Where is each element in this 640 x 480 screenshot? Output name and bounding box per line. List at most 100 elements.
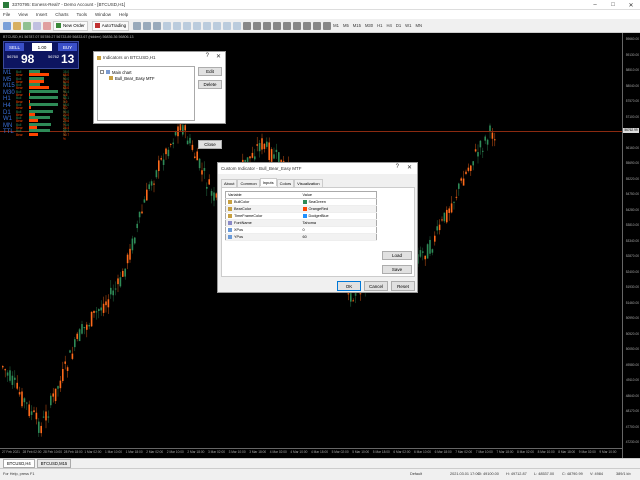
table-row[interactable]: BullColor SeaGreen [225, 198, 377, 206]
time-tick-label: 7 Mar 18:00 [496, 450, 514, 454]
hline-icon[interactable] [273, 21, 282, 30]
tf-h4[interactable]: H4 [386, 23, 391, 28]
candle-body [42, 416, 45, 418]
tab-btcusd-m15[interactable]: BTCUSD,M15 [36, 459, 72, 468]
minimize-icon[interactable]: – [586, 0, 604, 10]
tf-m1[interactable]: M1 [333, 23, 339, 28]
channel-icon[interactable] [293, 21, 302, 30]
menu-help[interactable]: Help [119, 12, 128, 17]
candle-body [71, 353, 74, 359]
profiles-icon[interactable] [13, 21, 21, 30]
navigator-icon[interactable] [33, 21, 41, 30]
expand-icon[interactable] [100, 70, 104, 74]
new-order-button[interactable]: New Order [53, 20, 88, 31]
price-tick-label: 52400.00 [625, 269, 639, 274]
autotrading-button[interactable]: AutoTrading [91, 20, 130, 31]
bar-chart-icon[interactable] [133, 21, 142, 30]
close-icon[interactable]: ✕ [622, 0, 640, 10]
table-row[interactable]: TimeFrameColor DodgerBlue [225, 212, 377, 220]
candle-body [105, 301, 107, 306]
maximize-icon[interactable]: □ [604, 0, 622, 10]
candle-body [102, 303, 105, 313]
price-tick-label: 49110.00 [625, 378, 639, 382]
candle-body [275, 149, 278, 153]
mtf-timeframe: M30 [3, 89, 15, 96]
candle-body [458, 183, 460, 189]
zoom-out-icon[interactable] [173, 21, 182, 30]
vline-icon[interactable] [263, 21, 272, 30]
tab-visualization[interactable]: Visualization [294, 179, 323, 187]
bear-percent: 30.7 % [63, 132, 70, 141]
load-button[interactable]: Load [382, 251, 412, 260]
tf-d1[interactable]: D1 [396, 23, 401, 28]
time-tick-label: 7 Mar 10:00 [475, 450, 493, 454]
menu-view[interactable]: View [18, 12, 28, 17]
candle-body [196, 151, 198, 161]
close-button[interactable]: Close [198, 140, 222, 149]
tf-mn[interactable]: MN [415, 23, 422, 28]
sell-button[interactable]: SELL [5, 43, 24, 51]
market-watch-icon[interactable] [23, 21, 31, 30]
periods-icon[interactable] [223, 21, 232, 30]
cancel-button[interactable]: Cancel [364, 281, 388, 291]
candle-body [38, 421, 40, 433]
menu-tools[interactable]: Tools [76, 12, 87, 17]
buy-button[interactable]: BUY [58, 43, 77, 51]
tf-m30[interactable]: M30 [365, 23, 373, 28]
close-icon[interactable]: ✕ [407, 164, 412, 171]
crosshair-icon[interactable] [253, 21, 262, 30]
trendline-icon[interactable] [283, 21, 292, 30]
scroll-icon[interactable] [193, 21, 202, 30]
edit-button[interactable]: Edit [198, 67, 222, 76]
text-icon[interactable] [313, 21, 322, 30]
line-chart-icon[interactable] [153, 21, 162, 30]
lot-size-input[interactable]: 1.00 [32, 43, 52, 51]
close-icon[interactable]: ✕ [216, 53, 221, 60]
menu-insert[interactable]: Insert [36, 12, 47, 17]
status-bar: For Help, press F1 Default 2021.03.01 17… [0, 468, 640, 480]
table-row[interactable]: FontName Tahoma [225, 219, 377, 227]
candlestick-icon[interactable] [143, 21, 152, 30]
save-button[interactable]: Save [382, 265, 412, 274]
ok-button[interactable]: OK [337, 281, 361, 291]
menu-window[interactable]: Window [95, 12, 111, 17]
indicators-icon[interactable] [213, 21, 222, 30]
candle-body [467, 167, 470, 171]
tab-common[interactable]: Common [237, 179, 260, 187]
templates-icon[interactable] [233, 21, 242, 30]
status-profile: Default [410, 472, 423, 476]
tab-inputs[interactable]: Inputs [259, 178, 277, 186]
tab-colors[interactable]: Colors [276, 179, 295, 187]
candle-body [201, 170, 203, 175]
tile-icon[interactable] [183, 21, 192, 30]
candle-body [167, 149, 170, 157]
delete-button[interactable]: Delete [198, 80, 222, 89]
menu-charts[interactable]: Charts [55, 12, 68, 17]
cursor-icon[interactable] [243, 21, 252, 30]
tf-m5[interactable]: M5 [343, 23, 349, 28]
table-row[interactable]: YPos 60 [225, 233, 377, 241]
terminal-icon[interactable] [43, 21, 51, 30]
reset-button[interactable]: Reset [391, 281, 415, 291]
candle-body [83, 326, 86, 329]
tf-m15[interactable]: M15 [353, 23, 361, 28]
candle-body [126, 254, 129, 264]
candle-body [273, 154, 275, 159]
table-row[interactable]: BearColor OrangeRed [225, 205, 377, 213]
status-time: 2021.03.01 17:00 [450, 472, 480, 476]
table-row[interactable]: XPos 0 [225, 226, 377, 234]
tab-btcusd-h4[interactable]: BTCUSD,H4 [3, 459, 35, 468]
new-chart-icon[interactable] [3, 21, 11, 30]
arrows-icon[interactable] [323, 21, 332, 30]
tf-h1[interactable]: H1 [377, 23, 382, 28]
help-icon[interactable]: ? [206, 53, 209, 59]
tab-about[interactable]: About [221, 179, 238, 187]
tree-indicator-item[interactable]: Bull_Bear_Easy MTF [100, 75, 192, 81]
zoom-in-icon[interactable] [163, 21, 172, 30]
shift-icon[interactable] [203, 21, 212, 30]
time-tick-label: 4 Mar 10:00 [290, 450, 308, 454]
menu-file[interactable]: File [3, 12, 10, 17]
tf-w1[interactable]: W1 [405, 23, 411, 28]
help-icon[interactable]: ? [396, 164, 399, 170]
fibo-icon[interactable] [303, 21, 312, 30]
